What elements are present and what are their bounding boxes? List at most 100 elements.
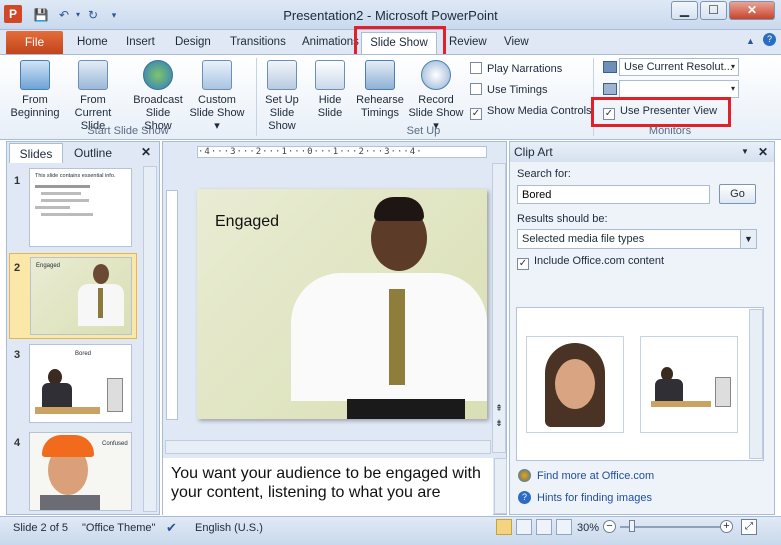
vertical-ruler[interactable] [166,190,178,420]
show-media-controls-option[interactable]: ✓ Show Media Controls [470,105,592,120]
tab-file[interactable]: File [6,31,63,54]
zoom-in-icon[interactable]: + [720,520,733,533]
presenter-view-highlight [591,97,731,127]
theme-name[interactable]: "Office Theme" [82,522,155,534]
broadcast-slide-show-button[interactable]: Broadcast Slide Show [131,60,185,133]
man-pants-image [347,399,465,419]
slide-sorter-icon[interactable] [516,519,532,535]
tab-home[interactable]: Home [77,36,108,48]
zoom-slider-thumb[interactable] [629,520,635,532]
zoom-out-icon[interactable]: − [603,520,616,533]
close-pane-icon[interactable]: ✕ [141,145,151,159]
horizontal-ruler[interactable]: ·4···3···2···1···0···1···2···3···4· [197,146,487,158]
desk-image [651,401,711,407]
show-on-monitor-icon [603,83,617,95]
hints-link[interactable]: Hints for finding images [537,492,652,504]
find-more-link[interactable]: Find more at Office.com [537,470,654,482]
slide-thumbnail-3[interactable]: Bored [29,344,132,423]
use-timings-option[interactable]: Use Timings [470,83,548,96]
tab-view[interactable]: View [504,36,529,48]
record-slide-show-button[interactable]: Record Slide Show ▾ [406,60,466,133]
tab-slides[interactable]: Slides [9,143,63,163]
results-label: Results should be: [517,213,608,225]
show-media-controls-checkbox[interactable]: ✓ [470,108,482,120]
slide-thumbnail-2[interactable]: Engaged [30,257,132,335]
zoom-level[interactable]: 30% [577,522,599,534]
tab-outline[interactable]: Outline [64,143,122,163]
projector-screen-icon [78,60,108,90]
tab-animations[interactable]: Animations [302,36,359,48]
previous-slide-icon[interactable]: ⇞ [494,403,504,413]
slide-horizontal-scrollbar[interactable] [165,440,491,454]
man-body-image [655,379,683,401]
custom-slide-show-button[interactable]: Custom Slide Show ▾ [186,60,248,133]
hide-slide-button[interactable]: Hide Slide [311,60,349,120]
results-scrollbar[interactable] [749,309,763,459]
slide-show-view-icon[interactable] [556,519,572,535]
set-up-slide-show-button[interactable]: Set Up Slide Show [256,60,308,133]
minimize-button[interactable]: ▁ [671,1,698,20]
from-beginning-button[interactable]: From Beginning [6,60,64,120]
collapse-ribbon-icon[interactable]: ▲ [746,36,755,46]
thumbnail-number: 4 [14,437,21,449]
from-current-label-1: From [80,94,106,106]
media-type-dropdown[interactable]: Selected media file types ▼ [517,229,757,249]
include-office-checkbox[interactable]: ✓ [517,258,529,270]
resolution-dropdown[interactable]: Use Current Resolut... ▾ [619,58,739,76]
man-tie-image [389,289,405,385]
close-button[interactable]: ✕ [729,1,775,20]
setup-show-icon [267,60,297,90]
person-head-image [93,264,109,284]
chevron-down-icon: ▾ [730,62,735,71]
use-timings-checkbox[interactable] [470,83,482,95]
slides-scrollbar[interactable] [143,166,157,512]
language-indicator[interactable]: English (U.S.) [195,522,263,534]
go-button[interactable]: Go [719,184,756,204]
clip-art-search-input[interactable] [517,185,710,204]
tab-review[interactable]: Review [449,36,487,48]
pane-options-icon[interactable]: ▼ [741,147,749,156]
chevron-down-icon: ▾ [730,84,735,93]
current-slide[interactable]: Engaged [197,189,487,419]
thumbnail-bullet [41,199,89,202]
slide-thumbnail-4[interactable]: Confused [29,432,132,511]
reading-view-icon[interactable] [536,519,552,535]
next-slide-icon[interactable]: ⇟ [494,418,504,428]
broadcast-label-1: Broadcast [133,94,183,106]
fit-to-window-icon[interactable]: ⤢ [741,519,757,535]
custom-show-icon [202,60,232,90]
tab-transitions[interactable]: Transitions [230,36,286,48]
thumbnail-bullet [35,185,90,188]
tab-insert[interactable]: Insert [126,36,155,48]
close-pane-icon[interactable]: ✕ [758,145,768,159]
slide-title[interactable]: Engaged [215,213,279,231]
rehearse-timer-icon [365,60,395,90]
notes-scrollbar[interactable] [494,458,507,514]
show-on-dropdown[interactable]: ▾ [619,80,739,98]
rehearse-timings-button[interactable]: Rehearse Timings [355,60,405,120]
tab-design[interactable]: Design [175,36,211,48]
maximize-button[interactable]: ☐ [700,1,727,20]
help-icon: ? [518,491,531,504]
play-narrations-checkbox[interactable] [470,62,482,74]
play-narrations-option[interactable]: Play Narrations [470,62,562,75]
bored-body-image [42,383,72,407]
thumbnail-bullet [41,213,93,216]
from-current-slide-button[interactable]: From Current Slide [62,60,124,133]
normal-view-icon[interactable] [496,519,512,535]
include-office-option[interactable]: ✓ Include Office.com content [517,255,664,270]
play-from-start-icon [20,60,50,90]
slide-thumbnail-1[interactable]: This slide contains essential info. [29,168,132,247]
zoom-slider[interactable] [620,526,720,528]
notes-pane[interactable]: You want your audience to be engaged wit… [163,458,493,515]
rehearse-label-1: Rehearse [356,94,404,106]
boy-face-image [555,359,595,409]
help-icon[interactable]: ? [763,33,776,46]
spelling-check-icon[interactable]: ✔ [166,520,177,536]
from-beginning-label-2: Beginning [10,107,60,119]
hide-slide-icon [315,60,345,90]
clip-result-bored-man[interactable] [640,336,738,433]
thumbnail-number: 3 [14,349,21,361]
clip-result-hooded-boy[interactable] [526,336,624,433]
wastebasket-image [107,378,123,412]
